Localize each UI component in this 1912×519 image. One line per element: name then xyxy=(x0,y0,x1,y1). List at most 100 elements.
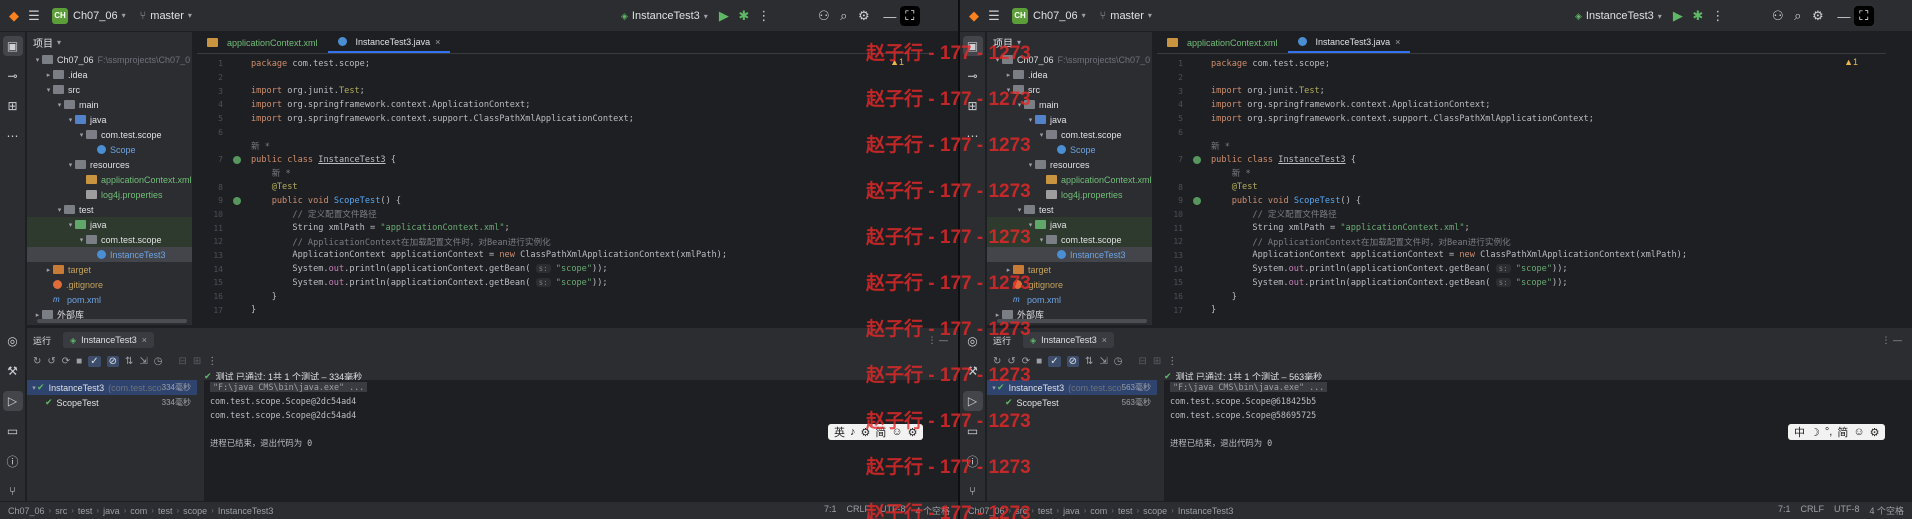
code-line[interactable]: 2 xyxy=(1157,71,1886,85)
code-area[interactable]: 1 package com.test.scope; 2 3 import org.jun… xyxy=(197,54,932,317)
chevron-down-icon[interactable]: ▾ xyxy=(44,86,53,94)
run-tab[interactable]: ◈ InstanceTest3 × xyxy=(1023,332,1114,348)
code-line[interactable]: 9 public void ScopeTest() { xyxy=(1157,194,1886,208)
code-line[interactable]: 15 System.out.println(applicationContext… xyxy=(1157,276,1886,290)
project-tree-item[interactable]: .gitignore xyxy=(27,277,192,292)
show-ignored-icon[interactable]: ⊘ xyxy=(1066,355,1079,367)
run-icon[interactable]: ▶ xyxy=(1668,6,1688,26)
settings-icon[interactable]: ⚙ xyxy=(1808,6,1828,26)
code-editor[interactable]: applicationContext.xml InstanceTest3.java… xyxy=(197,32,932,325)
project-tree-item[interactable]: Scope xyxy=(27,142,192,157)
code-line[interactable]: 8 @Test xyxy=(197,180,932,194)
main-menu-icon[interactable]: ☰ xyxy=(984,6,1004,26)
breadcrumb-item[interactable]: test xyxy=(78,506,93,516)
project-selector[interactable]: CH Ch07_06 ▾ xyxy=(1012,7,1086,24)
code-line[interactable]: 13 ApplicationContext applicationContext… xyxy=(197,249,932,263)
project-tree-item[interactable]: InstanceTest3 xyxy=(27,247,192,262)
test-result-row[interactable]: ✔ ScopeTest 334毫秒 xyxy=(27,395,197,410)
breadcrumb-item[interactable]: java xyxy=(1063,506,1080,516)
expand-icon[interactable]: ⊟ xyxy=(179,356,187,367)
project-tree-item[interactable]: ▾ resources xyxy=(27,157,192,172)
horizontal-scrollbar[interactable] xyxy=(37,319,187,323)
chevron-right-icon[interactable]: ▸ xyxy=(33,311,42,319)
project-tree-item[interactable]: ▾ src xyxy=(27,82,192,97)
project-panel-header[interactable]: 项目 ▾ xyxy=(27,32,192,52)
minimize-icon[interactable]: — xyxy=(1834,6,1854,26)
close-icon[interactable]: × xyxy=(1102,335,1107,345)
code-editor[interactable]: applicationContext.xml InstanceTest3.java… xyxy=(1157,32,1886,325)
code-line[interactable]: 5 import org.springframework.context.supp… xyxy=(197,112,932,126)
history-icon[interactable]: ◷ xyxy=(1114,356,1123,367)
project-tree-item[interactable]: ▸ target xyxy=(27,262,192,277)
project-tree-item[interactable]: InstanceTest3 xyxy=(987,247,1152,262)
project-tree-item[interactable]: ▸ .idea xyxy=(987,67,1152,82)
add-user-icon[interactable]: ⚇ xyxy=(1768,6,1788,26)
app-logo-icon[interactable]: ◆ xyxy=(4,6,24,26)
status-bar-item[interactable]: 4 个空格 xyxy=(1869,504,1904,517)
project-tree-item[interactable]: ▾ com.test.scope xyxy=(27,127,192,142)
more-icon[interactable]: ⋮ xyxy=(754,6,774,26)
project-tree-item[interactable]: log4j.properties xyxy=(27,187,192,202)
code-line[interactable]: 1 package com.test.scope; xyxy=(1157,57,1886,71)
run-icon[interactable]: ▶ xyxy=(714,6,734,26)
ime-button[interactable]: 中 xyxy=(1794,424,1805,440)
code-area[interactable]: 1 package com.test.scope; 2 3 import org.jun… xyxy=(1157,54,1886,317)
chevron-right-icon[interactable]: ▸ xyxy=(44,266,53,274)
show-passed-icon[interactable]: ✓ xyxy=(88,355,101,367)
run-test-gutter-icon[interactable] xyxy=(233,155,241,164)
editor-tab[interactable]: applicationContext.xml xyxy=(1157,32,1288,53)
console-output[interactable]: "F:\java CMS\bin\java.exe" ... com.test.s… xyxy=(1164,380,1912,501)
problems-tool-icon[interactable]: ⓘ xyxy=(3,451,23,471)
code-line[interactable]: 6 xyxy=(1157,125,1886,139)
more-icon[interactable]: ⋮ xyxy=(207,356,217,367)
chevron-down-icon[interactable]: ▾ xyxy=(66,161,75,169)
project-tree-item[interactable]: applicationContext.xml xyxy=(27,172,192,187)
project-tree-item[interactable]: m pom.xml xyxy=(27,292,192,307)
stop-icon[interactable]: ■ xyxy=(1036,356,1042,367)
code-line[interactable]: 3 import org.junit.Test; xyxy=(197,84,932,98)
code-line[interactable]: 5 import org.springframework.context.supp… xyxy=(1157,112,1886,126)
run-test-gutter-icon[interactable] xyxy=(1193,196,1201,205)
search-icon[interactable]: ⌕ xyxy=(834,6,854,26)
app-logo-icon[interactable]: ◆ xyxy=(964,6,984,26)
more-icon[interactable]: ⋮ xyxy=(1167,356,1177,367)
test-result-row[interactable]: ▾ ✔ InstanceTest3 (com.test.sco 334毫秒 xyxy=(27,380,197,395)
code-line[interactable]: 14 System.out.println(applicationContext… xyxy=(1157,262,1886,276)
code-line[interactable]: 7 public class InstanceTest3 { xyxy=(1157,153,1886,167)
chevron-down-icon[interactable]: ▾ xyxy=(77,131,86,139)
code-line[interactable]: 12 // ApplicationContext在加载配置文件时，对Bean进行… xyxy=(1157,235,1886,249)
console-output[interactable]: "F:\java CMS\bin\java.exe" ... com.test.s… xyxy=(204,380,958,501)
debug-icon[interactable]: ✱ xyxy=(1688,6,1708,26)
stop-icon[interactable]: ■ xyxy=(76,356,82,367)
code-line[interactable]: 11 String xmlPath = "applicationContext.… xyxy=(1157,221,1886,235)
show-passed-icon[interactable]: ✓ xyxy=(1048,355,1061,367)
status-bar-item[interactable]: 7:1 xyxy=(824,504,837,517)
more-icon[interactable]: ⋮ xyxy=(1708,6,1728,26)
ime-button[interactable]: °, xyxy=(1825,426,1832,438)
code-line[interactable]: 17} xyxy=(1157,303,1886,317)
history-icon[interactable]: ◷ xyxy=(154,356,163,367)
code-line[interactable]: 14 System.out.println(applicationContext… xyxy=(197,262,932,276)
code-line[interactable]: 17} xyxy=(197,303,932,317)
build-tool-icon[interactable]: ⚒ xyxy=(3,361,23,381)
commit-tool-icon[interactable]: ⊸ xyxy=(963,66,983,86)
ime-button[interactable]: ☺ xyxy=(1853,426,1864,438)
run-tab[interactable]: ◈ InstanceTest3 × xyxy=(63,332,154,348)
project-tool-icon[interactable]: ▣ xyxy=(2,36,23,56)
breadcrumb-item[interactable]: scope xyxy=(1143,506,1167,516)
import-tests-icon[interactable]: ⇲ xyxy=(1099,356,1107,367)
breadcrumb-item[interactable]: java xyxy=(103,506,120,516)
chevron-down-icon[interactable]: ▾ xyxy=(33,56,42,64)
project-tree-item[interactable]: ▾ java xyxy=(27,112,192,127)
ime-toolbar[interactable]: 中 ☽ °, 简 ☺ ⚙ xyxy=(1788,424,1886,440)
chevron-down-icon[interactable]: ▾ xyxy=(1037,236,1046,244)
branch-selector[interactable]: ⑂ master ▾ xyxy=(140,10,192,22)
code-line[interactable]: 新 * xyxy=(1157,167,1886,181)
search-icon[interactable]: ⌕ xyxy=(1788,6,1808,26)
chevron-right-icon[interactable]: ▸ xyxy=(1004,71,1013,79)
rerun-failed-icon[interactable]: ↺ xyxy=(47,356,55,367)
code-line[interactable]: 12 // ApplicationContext在加载配置文件时，对Bean进行… xyxy=(197,235,932,249)
project-selector[interactable]: CH Ch07_06 ▾ xyxy=(52,7,126,24)
code-line[interactable]: 10 // 定义配置文件路径 xyxy=(197,208,932,222)
screenshot-icon[interactable]: ⛶ xyxy=(899,6,920,26)
